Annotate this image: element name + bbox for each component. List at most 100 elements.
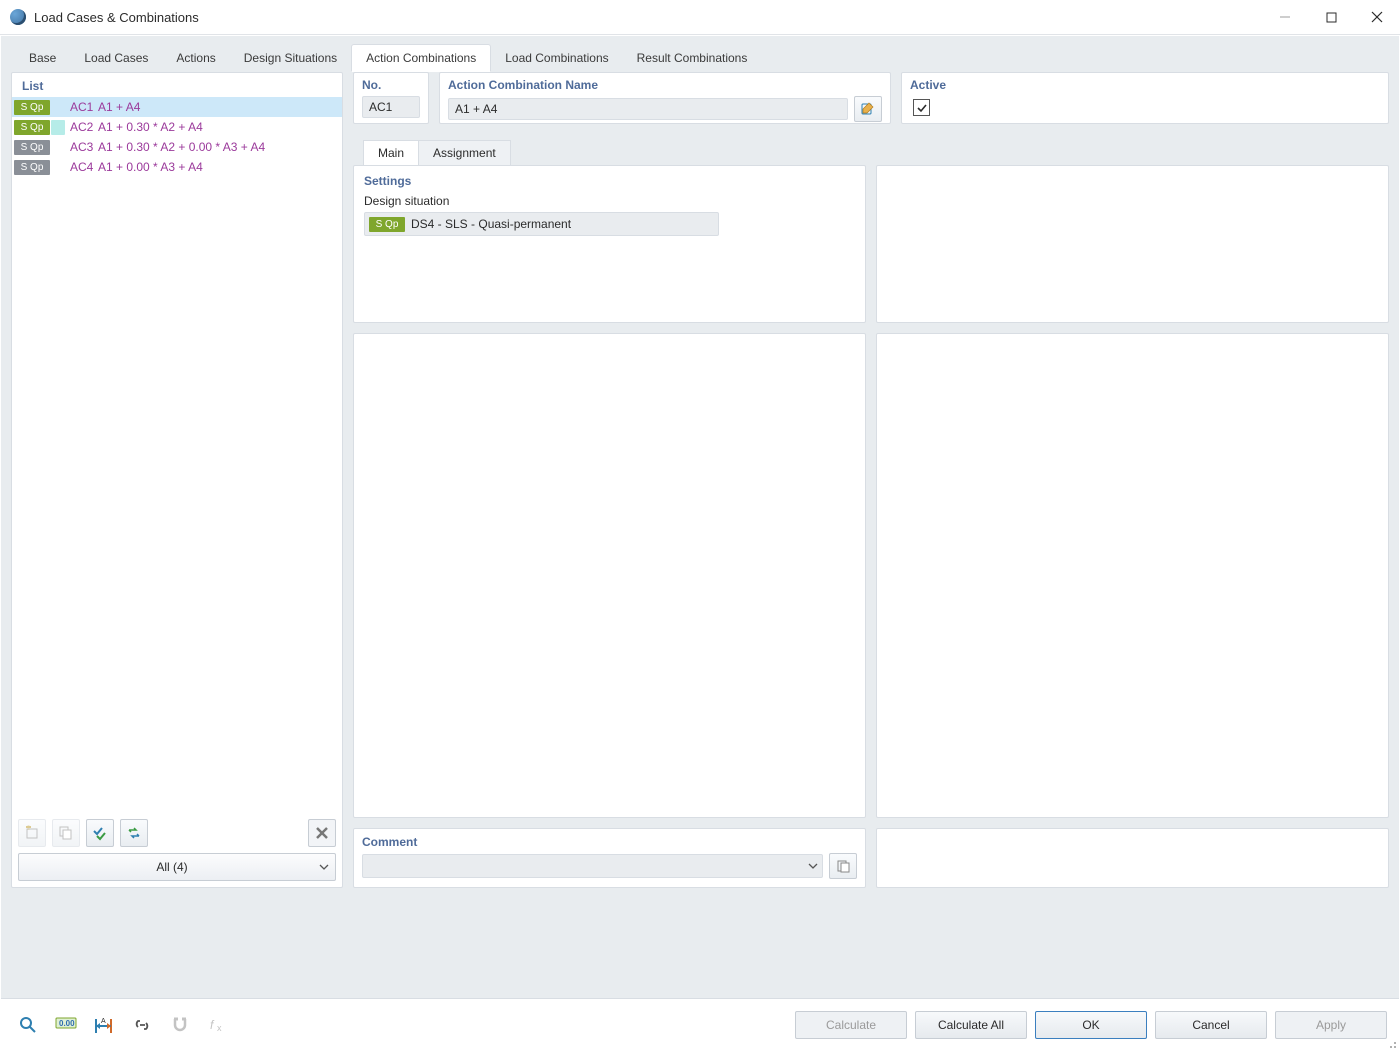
check-all-icon [92, 825, 108, 841]
color-swatch [51, 140, 65, 155]
empty-panel-topright [876, 165, 1389, 323]
design-situation-text: DS4 - SLS - Quasi-permanent [411, 217, 571, 231]
design-situation-value[interactable]: S Qp DS4 - SLS - Quasi-permanent [364, 212, 719, 236]
empty-panel-right [876, 333, 1389, 818]
cancel-button[interactable]: Cancel [1155, 1011, 1267, 1039]
app-icon [10, 9, 26, 25]
color-swatch [51, 100, 65, 115]
no-label: No. [354, 73, 428, 92]
badge-sqp: S Qp [14, 100, 50, 115]
edit-name-button[interactable] [854, 96, 882, 122]
badge-sqp: S Qp [14, 160, 50, 175]
close-button[interactable] [1354, 0, 1400, 34]
subtab-assignment[interactable]: Assignment [418, 140, 511, 165]
tab-result-combinations[interactable]: Result Combinations [623, 44, 762, 72]
active-label: Active [902, 73, 1388, 92]
settings-heading: Settings [364, 174, 855, 188]
main-tabs: Base Load Cases Actions Design Situation… [1, 36, 1399, 72]
titlebar: Load Cases & Combinations [0, 0, 1400, 35]
badge-sqp: S Qp [14, 120, 50, 135]
subtab-main[interactable]: Main [363, 140, 419, 165]
settings-panel: Settings Design situation S Qp DS4 - SLS… [353, 165, 866, 323]
bottom-bar: 0.00 A fx Calculate Calculate All OK Can… [1, 998, 1399, 1051]
close-icon [1371, 11, 1383, 23]
pencil-icon [860, 101, 876, 117]
check-all-button[interactable] [86, 819, 114, 847]
tab-actions[interactable]: Actions [162, 44, 229, 72]
name-value: A1 + A4 [448, 98, 848, 120]
no-panel: No. AC1 [353, 72, 429, 124]
list-row[interactable]: S Qp AC3 A1 + 0.30 * A2 + 0.00 * A3 + A4 [12, 137, 342, 157]
tab-design-situations[interactable]: Design Situations [230, 44, 351, 72]
details-column: No. AC1 Action Combination Name A1 + A4 [353, 72, 1389, 888]
units-icon: 0.00 [55, 1015, 77, 1035]
units-tool[interactable]: 0.00 [51, 1010, 81, 1040]
maximize-button[interactable] [1308, 0, 1354, 34]
link-tool[interactable] [127, 1010, 157, 1040]
badge-sqp: S Qp [14, 140, 50, 155]
minimize-icon [1279, 11, 1291, 23]
chevron-down-icon [319, 862, 329, 872]
resize-grip[interactable] [1385, 1037, 1397, 1049]
svg-text:0.00: 0.00 [59, 1019, 75, 1028]
list-panel: List S Qp AC1 A1 + A4 S Qp AC2 A1 + 0.30… [11, 72, 343, 888]
new-icon [24, 825, 40, 841]
search-tool[interactable] [13, 1010, 43, 1040]
list-row[interactable]: S Qp AC2 A1 + 0.30 * A2 + A4 [12, 117, 342, 137]
link-icon [132, 1015, 152, 1035]
svg-text:x: x [217, 1023, 222, 1033]
row-id: AC4 [70, 160, 98, 174]
row-name: A1 + 0.00 * A3 + A4 [98, 160, 203, 174]
delete-button[interactable] [308, 819, 336, 847]
list-row[interactable]: S Qp AC1 A1 + A4 [12, 97, 342, 117]
swap-icon [126, 825, 142, 841]
magnet-icon [170, 1015, 190, 1035]
svg-text:f: f [210, 1018, 215, 1032]
active-checkbox[interactable] [913, 99, 930, 116]
copy-button[interactable] [52, 819, 80, 847]
magnet-tool[interactable] [165, 1010, 195, 1040]
tab-action-combinations[interactable]: Action Combinations [351, 44, 491, 72]
tab-base[interactable]: Base [15, 44, 70, 72]
name-panel: Action Combination Name A1 + A4 [439, 72, 891, 124]
list-tools [12, 813, 342, 853]
comment-panel: Comment [353, 828, 866, 888]
calculate-button[interactable]: Calculate [795, 1011, 907, 1039]
ok-button[interactable]: OK [1035, 1011, 1147, 1039]
name-label: Action Combination Name [440, 73, 890, 92]
row-id: AC1 [70, 100, 98, 114]
row-id: AC2 [70, 120, 98, 134]
fx-icon: fx [208, 1015, 228, 1035]
list-filter-label: All (4) [25, 860, 319, 874]
dimension-tool[interactable]: A [89, 1010, 119, 1040]
color-swatch [51, 160, 65, 175]
swap-button[interactable] [120, 819, 148, 847]
tab-load-combinations[interactable]: Load Combinations [491, 44, 622, 72]
list-row[interactable]: S Qp AC4 A1 + 0.00 * A3 + A4 [12, 157, 342, 177]
comment-paste-button[interactable] [829, 853, 857, 879]
chevron-down-icon [808, 861, 818, 871]
row-name: A1 + A4 [98, 100, 140, 114]
copy-icon [58, 825, 74, 841]
calculate-all-button[interactable]: Calculate All [915, 1011, 1027, 1039]
no-value: AC1 [362, 96, 420, 118]
new-button[interactable] [18, 819, 46, 847]
window-title: Load Cases & Combinations [34, 10, 199, 25]
empty-panel-bottomright [876, 828, 1389, 888]
list-rows[interactable]: S Qp AC1 A1 + A4 S Qp AC2 A1 + 0.30 * A2… [12, 97, 342, 813]
list-filter-combo[interactable]: All (4) [18, 853, 336, 881]
active-panel: Active [901, 72, 1389, 124]
search-icon [18, 1015, 38, 1035]
minimize-button[interactable] [1262, 0, 1308, 34]
dimension-icon: A [93, 1015, 115, 1035]
tab-load-cases[interactable]: Load Cases [70, 44, 162, 72]
apply-button[interactable]: Apply [1275, 1011, 1387, 1039]
comment-combo[interactable] [362, 854, 823, 878]
list-heading: List [12, 73, 342, 97]
comment-heading: Comment [362, 835, 857, 849]
fx-tool[interactable]: fx [203, 1010, 233, 1040]
badge-sqp: S Qp [369, 217, 405, 232]
maximize-icon [1326, 12, 1337, 23]
row-name: A1 + 0.30 * A2 + A4 [98, 120, 203, 134]
paste-icon [836, 859, 850, 873]
